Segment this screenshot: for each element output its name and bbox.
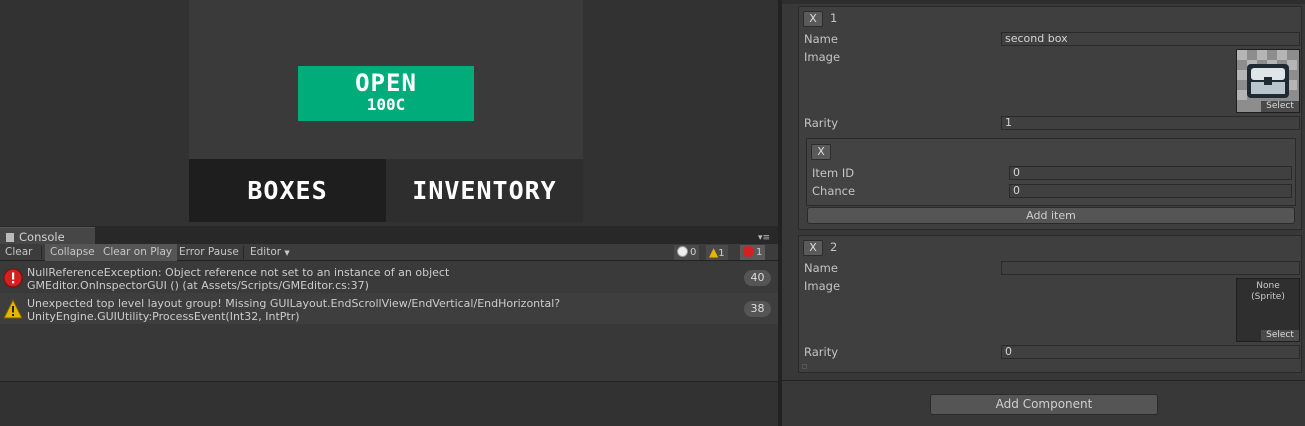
name-label: Name <box>804 261 838 275</box>
toolbar-divider <box>243 246 244 259</box>
collapse-toggle[interactable]: Collapse <box>45 244 100 261</box>
error-icon <box>743 246 754 257</box>
console-entry-error[interactable]: NullReferenceException: Object reference… <box>0 262 778 293</box>
editor-dropdown[interactable]: Editor ▼ <box>245 244 295 261</box>
image-label: Image <box>804 279 841 293</box>
add-component-button[interactable]: Add Component <box>930 394 1158 415</box>
error-filter-toggle[interactable]: 1 <box>740 245 766 260</box>
name-field[interactable]: second box <box>1001 32 1300 46</box>
open-button-price: 100C <box>366 95 406 114</box>
chance-field[interactable]: 0 <box>1009 184 1292 198</box>
rarity-field[interactable]: 1 <box>1001 116 1300 130</box>
box-index: 2 <box>830 240 838 254</box>
name-label: Name <box>804 32 838 46</box>
sprite-type-label: (Sprite) <box>1251 292 1285 302</box>
box-index: 1 <box>830 11 838 25</box>
image-label: Image <box>804 50 841 64</box>
collapse-count-badge: 40 <box>744 270 771 286</box>
console-tab-bar <box>0 226 778 244</box>
name-field[interactable] <box>1001 261 1300 275</box>
divider <box>782 380 1305 381</box>
warning-filter-toggle[interactable]: ▲1 <box>706 245 728 260</box>
item-id-label: Item ID <box>812 166 855 180</box>
toolbar-divider <box>41 246 42 259</box>
entry-message: Unexpected top level layout group! Missi… <box>27 297 561 310</box>
chance-label: Chance <box>812 184 856 198</box>
item-id-field[interactable]: 0 <box>1009 166 1292 180</box>
info-count: 0 <box>690 247 697 258</box>
tab-inventory[interactable]: INVENTORY <box>386 159 583 222</box>
sprite-none-label: None <box>1256 281 1280 291</box>
remove-box-button[interactable]: X <box>803 11 823 27</box>
tab-boxes[interactable]: BOXES <box>189 159 386 222</box>
sprite-field[interactable]: Select <box>1236 49 1300 113</box>
console-tab-label: Console <box>19 230 65 244</box>
console-entry-warning[interactable]: Unexpected top level layout group! Missi… <box>0 293 778 324</box>
warning-icon: ▲ <box>709 245 719 259</box>
console-tab[interactable]: Console <box>0 227 95 245</box>
remove-box-button[interactable]: X <box>803 240 823 256</box>
chevron-down-icon: ▼ <box>284 249 290 257</box>
sprite-select-button[interactable]: Select <box>1261 101 1299 112</box>
clear-on-play-toggle[interactable]: Clear on Play <box>98 244 178 261</box>
collapse-count-badge: 38 <box>744 301 771 317</box>
info-filter-toggle[interactable]: 0 <box>674 245 700 260</box>
entry-stacktrace: UnityEngine.GUIUtility:ProcessEvent(Int3… <box>27 310 300 323</box>
rarity-label: Rarity <box>804 116 839 130</box>
warning-icon <box>3 299 23 319</box>
rarity-label: Rarity <box>804 345 839 359</box>
info-icon <box>677 246 688 257</box>
editor-dropdown-label: Editor <box>250 246 282 258</box>
entry-message: NullReferenceException: Object reference… <box>27 266 450 279</box>
error-pause-toggle[interactable]: Error Pause <box>174 244 244 261</box>
add-item-button[interactable]: Add item <box>807 207 1295 224</box>
remove-item-button[interactable]: X <box>811 144 831 160</box>
entry-stacktrace: GMEditor.OnInspectorGUI () (at Assets/Sc… <box>27 279 369 292</box>
error-count: 1 <box>756 247 763 258</box>
clear-button[interactable]: Clear <box>0 244 37 261</box>
console-icon <box>6 233 14 242</box>
sprite-select-button[interactable]: Select <box>1261 330 1299 341</box>
sprite-field[interactable]: None (Sprite) Select <box>1236 278 1300 342</box>
error-icon <box>3 268 23 288</box>
resize-handle-icon[interactable] <box>802 364 807 369</box>
open-box-button[interactable]: OPEN 100C <box>298 66 474 121</box>
console-menu-icon[interactable]: ▾≡ <box>758 234 774 243</box>
console-detail-pane <box>0 381 778 426</box>
rarity-field[interactable]: 0 <box>1001 345 1300 359</box>
inspector-top-edge <box>782 0 1305 4</box>
warning-count: 1 <box>718 248 725 259</box>
open-button-label: OPEN <box>355 69 417 97</box>
